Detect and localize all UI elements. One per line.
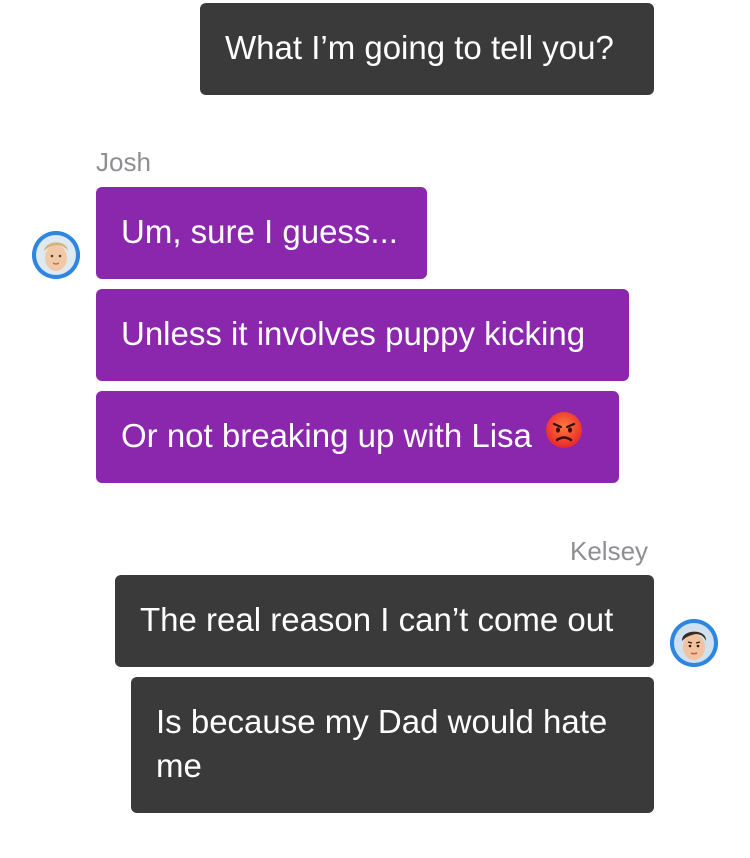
message-text: Unless it involves puppy kicking xyxy=(121,315,586,352)
message-bubble-josh[interactable]: Unless it involves puppy kicking xyxy=(96,289,629,381)
message-bubble-josh[interactable]: Or not breaking up with Lisa xyxy=(96,391,619,483)
angry-face-icon xyxy=(545,411,583,460)
message-bubble-josh[interactable]: Um, sure I guess... xyxy=(96,187,427,279)
sender-name-josh: Josh xyxy=(96,147,151,177)
message-text: The real reason I can’t come out xyxy=(140,601,614,638)
message-bubble-kelsey[interactable]: What I’m going to tell you? xyxy=(200,3,654,95)
sender-name-kelsey: Kelsey xyxy=(570,536,649,566)
kelsey-avatar[interactable] xyxy=(670,619,718,667)
message-text: Is because my Dad would hate me xyxy=(156,703,608,784)
josh-avatar[interactable] xyxy=(32,231,80,279)
message-text: Um, sure I guess... xyxy=(121,213,398,250)
message-text: What I’m going to tell you? xyxy=(225,29,614,66)
message-text: Or not breaking up with Lisa xyxy=(121,417,532,454)
message-bubble-kelsey[interactable]: Is because my Dad would hate me xyxy=(131,677,654,813)
message-bubble-kelsey[interactable]: The real reason I can’t come out xyxy=(115,575,654,667)
